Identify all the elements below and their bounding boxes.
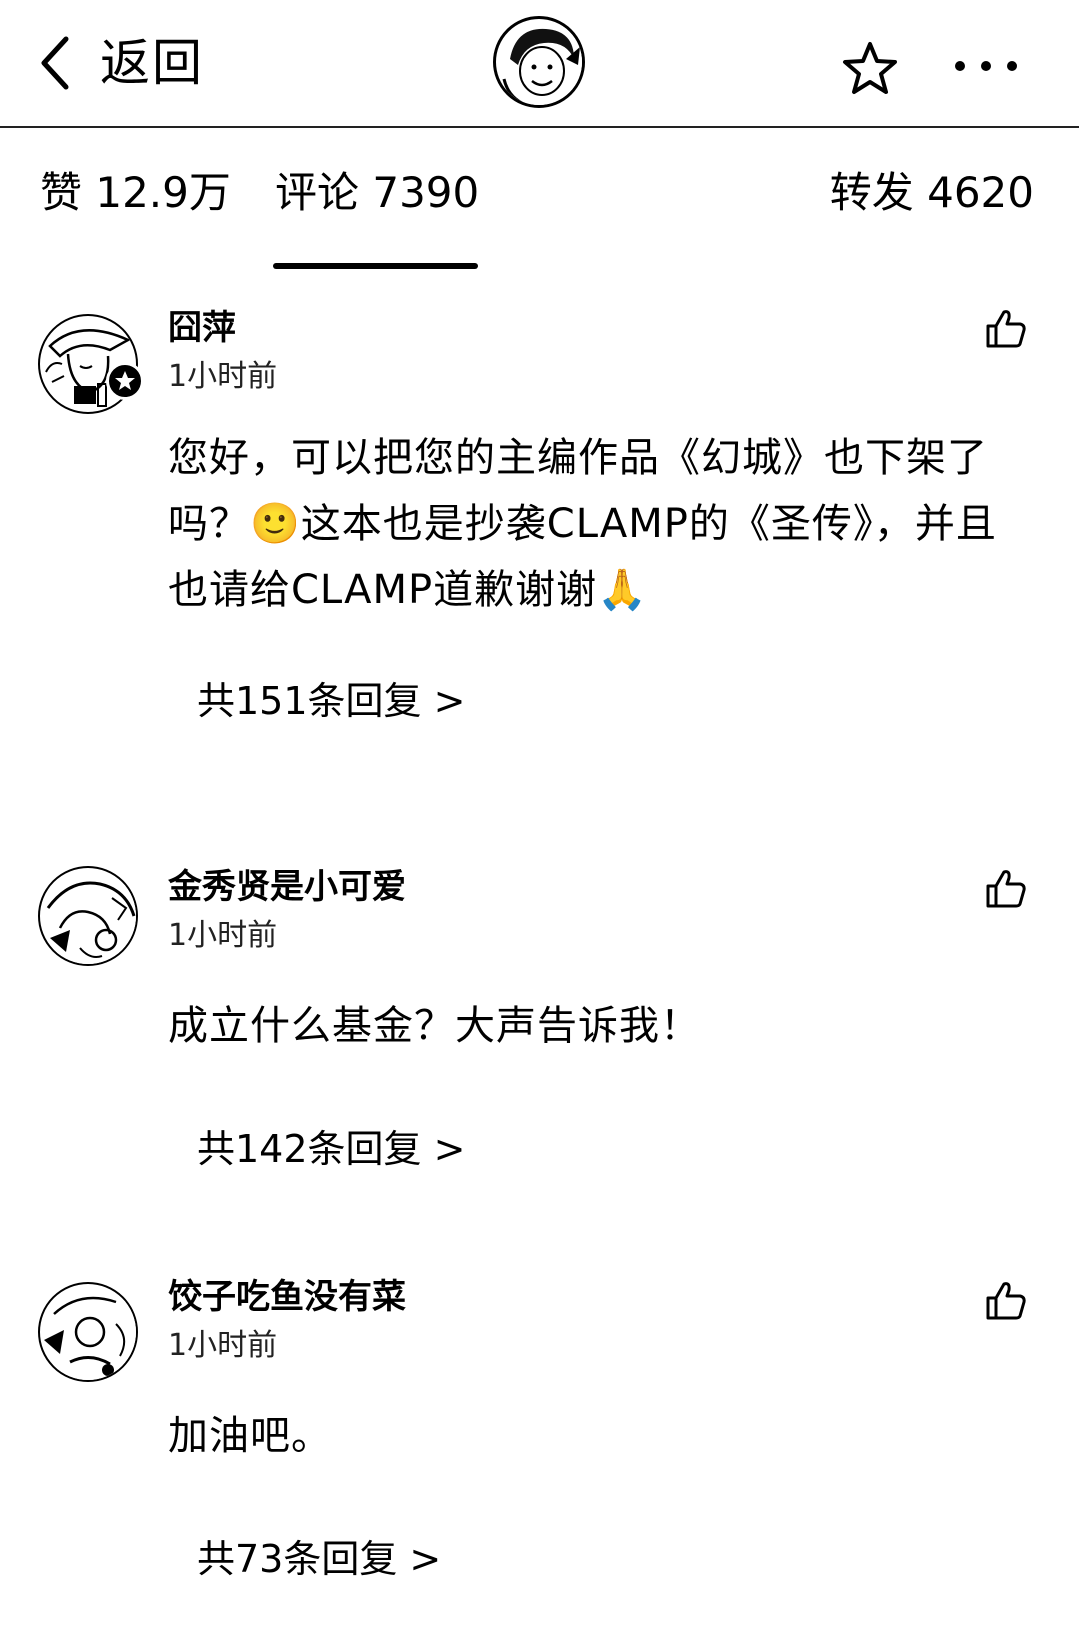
thumbs-up-icon[interactable] xyxy=(984,306,1028,350)
avatar[interactable] xyxy=(38,1282,138,1382)
view-replies-link[interactable]: 共73条回复 > xyxy=(197,1540,441,1578)
active-tab-indicator xyxy=(273,263,478,269)
thumbs-up-icon[interactable] xyxy=(984,866,1028,910)
back-label: 返回 xyxy=(100,34,204,92)
comment-text: 成立什么基金？大声告诉我！ xyxy=(168,1003,701,1049)
verified-badge xyxy=(106,362,144,400)
more-horizontal-icon[interactable] xyxy=(950,46,1022,86)
avatar-image xyxy=(42,870,136,964)
comment-time: 1小时前 xyxy=(168,1328,278,1363)
top-nav-bar: 返回 xyxy=(0,0,1079,128)
avatar-image xyxy=(42,1286,136,1380)
author-avatar-image xyxy=(498,21,582,105)
comment-text: 您好，可以把您的主编作品《幻城》也下架了吗？🙂这本也是抄袭CLAMP的《圣传》，… xyxy=(168,435,997,613)
comment-username[interactable]: 囧萍 xyxy=(168,311,236,345)
comment-time: 1小时前 xyxy=(168,359,278,394)
comment-username[interactable]: 饺子吃鱼没有菜 xyxy=(168,1280,406,1314)
avatar[interactable] xyxy=(38,866,138,966)
star-outline-icon[interactable] xyxy=(841,40,899,96)
view-replies-link[interactable]: 共151条回复 > xyxy=(197,682,465,720)
tab-comments[interactable]: 评论 7390 xyxy=(275,172,479,214)
back-button[interactable]: 返回 xyxy=(38,28,204,98)
comment-text: 加油吧。 xyxy=(168,1413,332,1459)
stats-tabs: 赞 12.9万 评论 7390 转发 4620 xyxy=(0,128,1079,278)
tab-reposts[interactable]: 转发 4620 xyxy=(830,172,1034,214)
author-avatar[interactable] xyxy=(493,16,585,108)
chevron-left-icon xyxy=(41,36,69,90)
badge-star-icon xyxy=(115,371,135,390)
thumbs-up-icon[interactable] xyxy=(984,1278,1028,1322)
comment-username[interactable]: 金秀贤是小可爱 xyxy=(168,870,406,904)
view-replies-link[interactable]: 共142条回复 > xyxy=(197,1130,465,1168)
tab-likes[interactable]: 赞 12.9万 xyxy=(40,172,231,214)
comment-time: 1小时前 xyxy=(168,918,278,953)
